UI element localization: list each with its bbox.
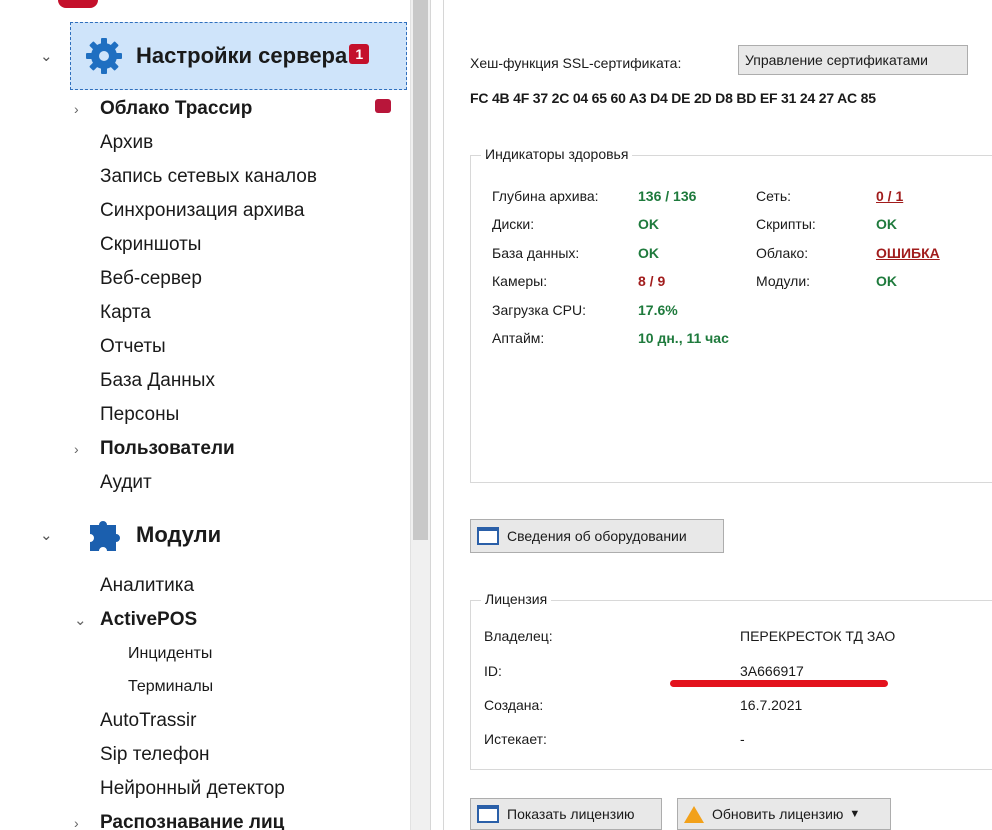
tree-node-server-settings-label: Настройки сервера: [136, 43, 348, 68]
tree-item-terminals[interactable]: Терминалы: [128, 678, 213, 696]
tree-item-web-server[interactable]: Веб-сервер: [100, 268, 202, 290]
license-value-owner: ПЕРЕКРЕСТОК ТД ЗАО: [740, 628, 896, 644]
tree-item-cloud[interactable]: Облако Трассир: [100, 98, 252, 120]
show-license-label: Показать лицензию: [507, 806, 635, 822]
health-value-cameras: 8 / 9: [638, 273, 666, 289]
pane-splitter[interactable]: [430, 0, 448, 830]
health-key-cameras: Камеры:: [492, 273, 548, 289]
chevron-right-icon[interactable]: ›: [74, 815, 79, 830]
health-value-archive-depth: 136 / 136: [638, 188, 697, 204]
chevron-right-icon[interactable]: ›: [74, 441, 79, 457]
health-key-uptime: Аптайм:: [492, 330, 545, 346]
tree-item-archive[interactable]: Архив: [100, 132, 153, 154]
hardware-info-label: Сведения об оборудовании: [507, 528, 687, 544]
top-badge-fragment: [58, 0, 98, 8]
health-indicators-title: Индикаторы здоровья: [481, 146, 633, 162]
license-value-created: 16.7.2021: [740, 697, 803, 713]
manage-certificates-button[interactable]: Управление сертификатами: [738, 45, 968, 75]
tree-item-autotrassir[interactable]: AutoTrassir: [100, 710, 196, 732]
license-key-owner: Владелец:: [484, 628, 553, 644]
update-license-label: Обновить лицензию: [712, 806, 844, 822]
tree-item-audit[interactable]: Аудит: [100, 472, 152, 494]
ssl-hash-label: Хеш-функция SSL-сертификата:: [470, 55, 682, 71]
tree-item-network-recording[interactable]: Запись сетевых каналов: [100, 166, 317, 188]
license-value-id: 3A666917: [740, 663, 804, 679]
puzzle-icon: [90, 521, 120, 551]
update-license-button[interactable]: Обновить лицензию ▼: [677, 798, 891, 830]
health-indicators-group: Индикаторы здоровья: [470, 146, 992, 483]
health-key-database: База данных:: [492, 245, 580, 261]
health-value-scripts: OK: [876, 216, 897, 232]
tree-item-users[interactable]: Пользователи: [100, 438, 235, 460]
health-key-archive-depth: Глубина архива:: [492, 188, 599, 204]
health-value-database: OK: [638, 245, 659, 261]
redaction-underline: [670, 680, 888, 687]
chevron-down-icon[interactable]: ⌄: [40, 47, 53, 65]
health-key-modules: Модули:: [756, 273, 811, 289]
health-value-cpu: 17.6%: [638, 302, 678, 318]
ssl-hash-value: FC 4B 4F 37 2C 04 65 60 A3 D4 DE 2D D8 B…: [470, 90, 876, 106]
settings-tree: ⌄ Настройки сервера 1 › Облако Трассир Ар…: [0, 0, 410, 830]
server-settings-panel: Хеш-функция SSL-сертификата: Управление …: [448, 0, 992, 830]
health-key-network: Сеть:: [756, 188, 792, 204]
health-value-network-link[interactable]: 0 / 1: [876, 188, 903, 204]
window-icon: [477, 805, 499, 823]
tree-item-sip-phone[interactable]: Sip телефон: [100, 744, 210, 766]
dropdown-caret-icon[interactable]: ▼: [849, 808, 860, 820]
chevron-right-icon[interactable]: ›: [74, 101, 79, 117]
tree-scrollbar[interactable]: [410, 0, 430, 830]
show-license-button[interactable]: Показать лицензию: [470, 798, 662, 830]
license-key-id: ID:: [484, 663, 502, 679]
tree-item-map[interactable]: Карта: [100, 302, 151, 324]
health-value-uptime: 10 дн., 11 час: [638, 330, 729, 346]
tree-item-activepos[interactable]: ActivePOS: [100, 609, 197, 631]
tree-item-screenshots[interactable]: Скриншоты: [100, 234, 201, 256]
license-key-created: Создана:: [484, 697, 544, 713]
tree-item-incidents[interactable]: Инциденты: [128, 645, 212, 663]
health-value-disks: OK: [638, 216, 659, 232]
window-icon: [477, 527, 499, 545]
gear-icon: [86, 38, 122, 74]
health-value-modules: OK: [876, 273, 897, 289]
health-key-scripts: Скрипты:: [756, 216, 816, 232]
health-key-disks: Диски:: [492, 216, 535, 232]
tree-item-face-recognition[interactable]: Распознавание лиц: [100, 812, 284, 830]
tree-item-archive-sync[interactable]: Синхронизация архива: [100, 200, 304, 222]
tree-item-neural-detector[interactable]: Нейронный детектор: [100, 778, 285, 800]
tree-scrollbar-thumb[interactable]: [413, 0, 428, 540]
chevron-down-icon[interactable]: ⌄: [40, 526, 53, 544]
chevron-down-icon[interactable]: ⌄: [74, 611, 87, 629]
license-value-expires: -: [740, 731, 745, 747]
tree-item-reports[interactable]: Отчеты: [100, 336, 166, 358]
notification-badge: 1: [349, 44, 370, 64]
health-value-cloud-link[interactable]: ОШИБКА: [876, 245, 940, 261]
license-title: Лицензия: [481, 591, 552, 607]
tree-node-modules-label: Модули: [136, 522, 222, 547]
manage-certificates-label: Управление сертификатами: [745, 52, 928, 68]
health-key-cpu: Загрузка CPU:: [492, 302, 586, 318]
tree-item-database[interactable]: База Данных: [100, 370, 215, 392]
hardware-info-button[interactable]: Сведения об оборудовании: [470, 519, 724, 553]
tree-item-persons[interactable]: Персоны: [100, 404, 179, 426]
tree-item-analytics[interactable]: Аналитика: [100, 575, 194, 597]
health-key-cloud: Облако:: [756, 245, 809, 261]
cloud-error-indicator: [375, 99, 391, 113]
warning-icon: [684, 805, 704, 823]
license-key-expires: Истекает:: [484, 731, 547, 747]
